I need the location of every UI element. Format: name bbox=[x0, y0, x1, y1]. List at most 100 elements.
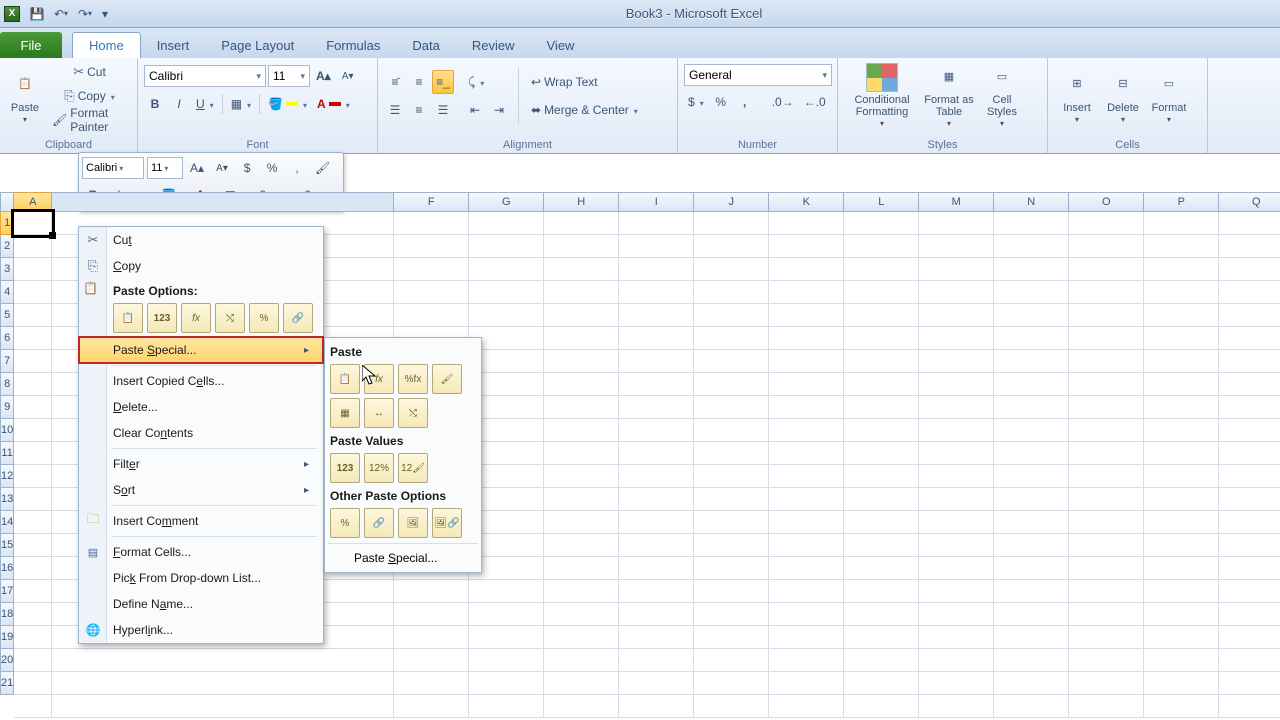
format-cells-button[interactable]: ▭Format▾ bbox=[1146, 60, 1192, 132]
orientation-icon[interactable]: ⤹ bbox=[464, 70, 488, 94]
cell-styles-button[interactable]: ▭ Cell Styles▾ bbox=[978, 60, 1026, 132]
sub-paste-formatting[interactable]: % bbox=[330, 508, 360, 538]
row-header[interactable]: 9 bbox=[0, 396, 14, 419]
row-header[interactable]: 11 bbox=[0, 442, 14, 465]
mini-accounting-button[interactable]: $ bbox=[236, 156, 258, 180]
tab-insert[interactable]: Insert bbox=[141, 32, 206, 58]
col-header[interactable]: J bbox=[694, 192, 769, 212]
decrease-decimal-icon[interactable]: ←.0 bbox=[800, 90, 830, 114]
ctx-insert-copied-cells[interactable]: Insert Copied Cells... bbox=[79, 368, 323, 394]
row-header-1[interactable]: 1 bbox=[0, 212, 14, 235]
tab-view[interactable]: View bbox=[531, 32, 591, 58]
align-center-icon[interactable]: ≡ bbox=[408, 98, 430, 122]
decrease-font-icon[interactable]: A▾ bbox=[337, 64, 359, 88]
font-size-combo[interactable]: 11▾ bbox=[268, 65, 310, 87]
align-right-icon[interactable]: ☰ bbox=[432, 98, 454, 122]
format-as-table-button[interactable]: ▦ Format as Table▾ bbox=[920, 60, 978, 132]
ctx-delete[interactable]: Delete... bbox=[79, 394, 323, 420]
paste-option-link[interactable]: 🔗 bbox=[283, 303, 313, 333]
format-painter-button[interactable]: 🖌Format Painter bbox=[48, 108, 131, 132]
sub-paste-all[interactable]: 📋 bbox=[330, 364, 360, 394]
col-header[interactable]: K bbox=[769, 192, 844, 212]
sub-paste-formulas[interactable]: fx bbox=[364, 364, 394, 394]
increase-font-icon[interactable]: A▴ bbox=[312, 64, 335, 88]
ctx-hyperlink[interactable]: Hyperlink... bbox=[79, 617, 323, 643]
insert-cells-button[interactable]: ⊞Insert▾ bbox=[1054, 60, 1100, 132]
ctx-copy[interactable]: Copy bbox=[79, 253, 323, 279]
sub-paste-keep-source-format[interactable]: 🖌 bbox=[432, 364, 462, 394]
sub-paste-picture[interactable]: 🖼 bbox=[398, 508, 428, 538]
col-header[interactable]: M bbox=[919, 192, 994, 212]
sub-paste-values-sourceformat[interactable]: 12🖌 bbox=[398, 453, 428, 483]
mini-comma-button[interactable]: , bbox=[286, 156, 308, 180]
row-header[interactable]: 20 bbox=[0, 649, 14, 672]
row-header[interactable]: 3 bbox=[0, 258, 14, 281]
row-header[interactable]: 14 bbox=[0, 511, 14, 534]
mini-decrease-font-icon[interactable]: A▾ bbox=[211, 156, 233, 180]
font-name-combo[interactable]: Calibri▾ bbox=[144, 65, 266, 87]
row-header[interactable]: 13 bbox=[0, 488, 14, 511]
col-header[interactable]: P bbox=[1144, 192, 1219, 212]
accounting-format-button[interactable]: $ bbox=[684, 90, 708, 114]
decrease-indent-icon[interactable]: ⇤ bbox=[464, 98, 486, 122]
underline-button[interactable]: U bbox=[192, 92, 218, 116]
ctx-clear-contents[interactable]: Clear Contents bbox=[79, 420, 323, 446]
bold-button[interactable]: B bbox=[144, 92, 166, 116]
row-header[interactable]: 6 bbox=[0, 327, 14, 350]
tab-data[interactable]: Data bbox=[396, 32, 455, 58]
qat-save-icon[interactable]: 💾 bbox=[26, 3, 48, 25]
ctx-format-cells[interactable]: Format Cells... bbox=[79, 539, 323, 565]
cut-button[interactable]: Cut bbox=[48, 60, 131, 83]
qat-undo-icon[interactable]: ↶▾ bbox=[50, 3, 72, 25]
copy-button[interactable]: Copy bbox=[48, 84, 131, 107]
select-all-corner[interactable] bbox=[0, 192, 14, 212]
delete-cells-button[interactable]: ⊟Delete▾ bbox=[1100, 60, 1146, 132]
col-header[interactable]: G bbox=[469, 192, 544, 212]
increase-indent-icon[interactable]: ⇥ bbox=[488, 98, 510, 122]
sub-paste-linked-picture[interactable]: 🖼🔗 bbox=[432, 508, 462, 538]
row-header[interactable]: 21 bbox=[0, 672, 14, 695]
row-header[interactable]: 19 bbox=[0, 626, 14, 649]
paste-option-formatting[interactable]: % bbox=[249, 303, 279, 333]
align-top-icon[interactable]: ≡̄ bbox=[384, 70, 406, 94]
sub-paste-transpose[interactable]: ⤭ bbox=[398, 398, 428, 428]
col-header[interactable]: F bbox=[394, 192, 469, 212]
qat-redo-icon[interactable]: ↷▾ bbox=[74, 3, 96, 25]
tab-formulas[interactable]: Formulas bbox=[310, 32, 396, 58]
mini-format-painter-icon[interactable]: 🖌 bbox=[311, 156, 334, 180]
row-header[interactable]: 4 bbox=[0, 281, 14, 304]
increase-decimal-icon[interactable]: .0→ bbox=[768, 90, 798, 114]
paste-button[interactable]: 📋 Paste ▾ bbox=[6, 60, 44, 132]
row-header[interactable]: 17 bbox=[0, 580, 14, 603]
comma-format-button[interactable]: , bbox=[734, 90, 756, 114]
borders-button[interactable]: ▦ bbox=[227, 92, 255, 116]
italic-button[interactable]: I bbox=[168, 92, 190, 116]
sub-paste-no-borders[interactable]: ▦ bbox=[330, 398, 360, 428]
col-header[interactable]: Q bbox=[1219, 192, 1280, 212]
mini-font-name-combo[interactable]: Calibri▾ bbox=[82, 157, 144, 179]
merge-center-button[interactable]: ⬌Merge & Center bbox=[527, 98, 647, 122]
sub-paste-formulas-numformat[interactable]: %fx bbox=[398, 364, 428, 394]
sub-paste-keep-col-widths[interactable]: ↔ bbox=[364, 398, 394, 428]
ctx-insert-comment[interactable]: Insert Comment bbox=[79, 508, 323, 534]
col-header[interactable]: H bbox=[544, 192, 619, 212]
row-header[interactable]: 5 bbox=[0, 304, 14, 327]
paste-option-formulas[interactable]: fx bbox=[181, 303, 211, 333]
tab-file[interactable]: File bbox=[0, 32, 62, 58]
tab-pagelayout[interactable]: Page Layout bbox=[205, 32, 310, 58]
fill-color-button[interactable]: 🪣 bbox=[264, 92, 311, 116]
align-left-icon[interactable]: ☰ bbox=[384, 98, 406, 122]
paste-option-transpose[interactable]: ⤭ bbox=[215, 303, 245, 333]
row-header[interactable]: 7 bbox=[0, 350, 14, 373]
number-format-combo[interactable]: General▾ bbox=[684, 64, 832, 86]
sub-paste-values-only[interactable]: 123 bbox=[330, 453, 360, 483]
row-header[interactable]: 15 bbox=[0, 534, 14, 557]
wrap-text-button[interactable]: ↩Wrap Text bbox=[527, 70, 647, 94]
qat-customize-icon[interactable]: ▾ bbox=[98, 3, 112, 25]
col-header-a[interactable]: A bbox=[14, 192, 52, 212]
paste-option-all[interactable]: 📋 bbox=[113, 303, 143, 333]
col-header[interactable]: I bbox=[619, 192, 694, 212]
sub-paste-link[interactable]: 🔗 bbox=[364, 508, 394, 538]
row-header[interactable]: 2 bbox=[0, 235, 14, 258]
align-middle-icon[interactable]: ≡ bbox=[408, 70, 430, 94]
